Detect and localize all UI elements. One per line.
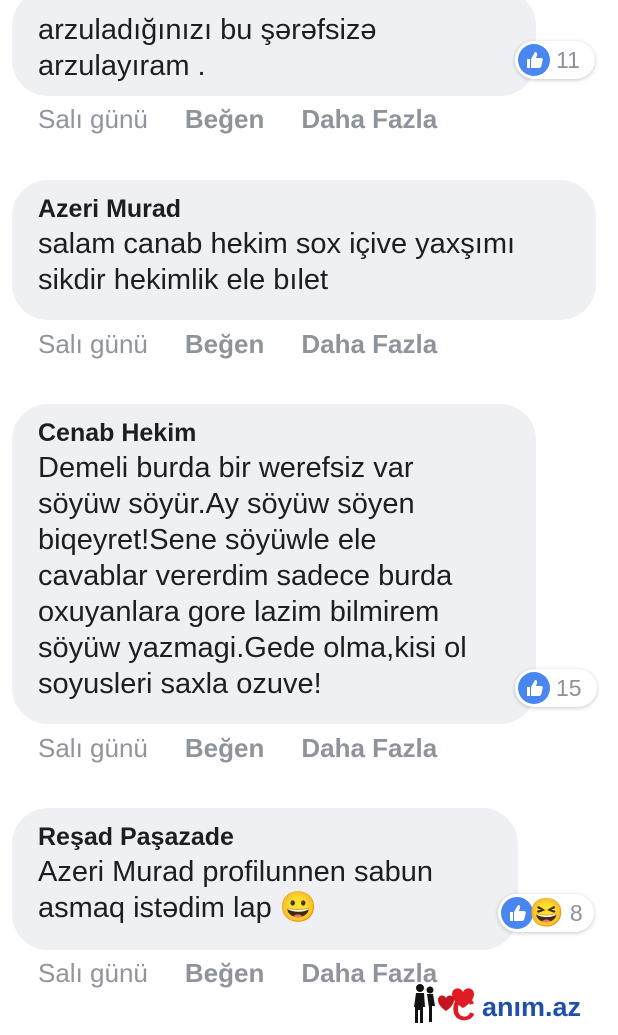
reaction-count: 11 [556, 46, 580, 73]
comment-text: salam canab hekim sox içive yaxşımı sikd… [38, 228, 516, 296]
laughing-emoji-icon: 😆 [529, 897, 564, 928]
comment-text-content: Azeri Murad profilunnen sabun asmaq istə… [38, 856, 433, 924]
comment-bubble: Cenab Hekim Demeli burda bir werefsiz va… [12, 404, 536, 724]
comment-actions: Salı günü Beğen Daha Fazla [38, 104, 437, 140]
comment-bubble: Azeri Murad salam canab hekim sox içive … [12, 180, 596, 320]
comment-time[interactable]: Salı günü [38, 104, 148, 140]
comment-actions: Salı günü Beğen Daha Fazla [38, 958, 437, 994]
reaction-count: 15 [556, 674, 582, 701]
comment-author[interactable]: Reşad Paşazade [38, 822, 490, 852]
comment-time[interactable]: Salı günü [38, 958, 148, 994]
like-button[interactable]: Beğen [185, 104, 264, 140]
more-button[interactable]: Daha Fazla [301, 733, 437, 769]
like-button[interactable]: Beğen [185, 733, 264, 769]
more-button[interactable]: Daha Fazla [301, 104, 437, 140]
thumbs-up-icon [518, 672, 550, 704]
canim-az-logo: C anım.az [414, 984, 581, 1027]
watermark-c: C [452, 991, 475, 1027]
comment-author[interactable]: Cenab Hekim [38, 418, 508, 448]
like-button[interactable]: Beğen [185, 329, 264, 365]
comment-actions: Salı günü Beğen Daha Fazla [38, 329, 437, 365]
comment-time[interactable]: Salı günü [38, 733, 148, 769]
watermark-logo: C anım.az [408, 980, 608, 1030]
watermark-text: anım.az [482, 992, 581, 1022]
grinning-emoji-icon: 😀 [279, 891, 318, 924]
comment-time[interactable]: Salı günü [38, 329, 148, 365]
comment-bubble: arzuladığınızı bu şərəfsizə arzulayıram … [12, 0, 536, 96]
reaction-summary[interactable]: 11 [515, 41, 595, 79]
like-button[interactable]: Beğen [185, 958, 264, 994]
comment-actions: Salı günü Beğen Daha Fazla [38, 733, 437, 769]
comment-text: Demeli burda bir werefsiz var söyüw söyü… [38, 452, 467, 700]
comment-text: arzuladığınızı bu şərəfsizə arzulayıram … [38, 14, 377, 82]
reaction-summary[interactable]: 😆 8 [498, 894, 594, 932]
reaction-count: 8 [569, 899, 583, 926]
comment-author[interactable]: Azeri Murad [38, 194, 568, 224]
thumbs-up-icon [518, 44, 550, 76]
comment-bubble: Reşad Paşazade Azeri Murad profilunnen s… [12, 808, 518, 950]
reaction-summary[interactable]: 15 [515, 669, 597, 707]
more-button[interactable]: Daha Fazla [301, 329, 437, 365]
comment-text: Azeri Murad profilunnen sabun asmaq istə… [38, 854, 490, 926]
